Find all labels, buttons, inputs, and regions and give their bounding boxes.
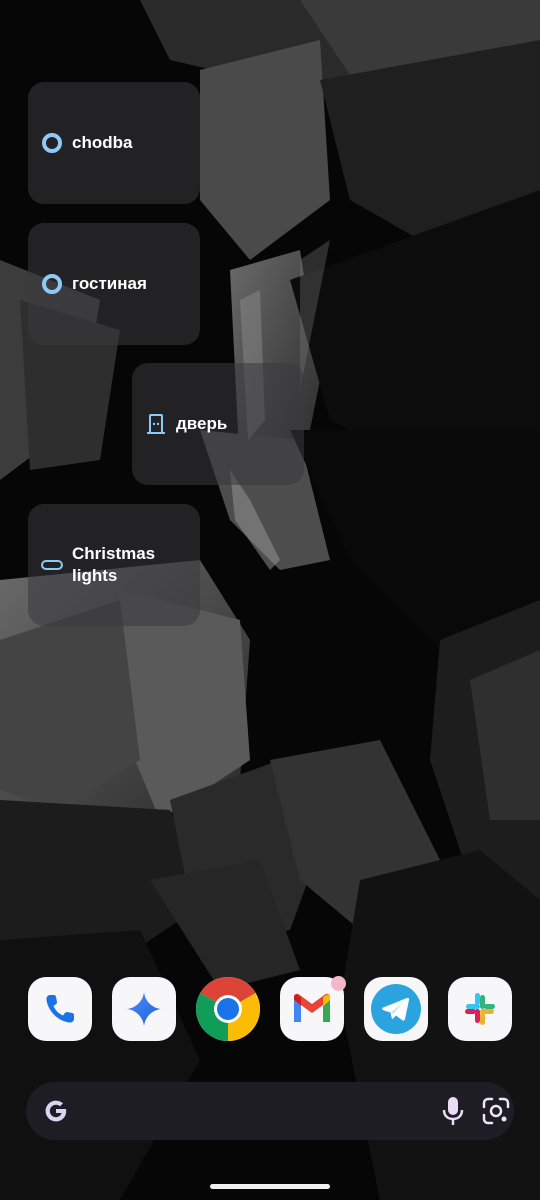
ring-icon bbox=[40, 272, 64, 296]
widget-christmas-lights[interactable]: Christmas lights bbox=[28, 504, 200, 626]
phone-icon bbox=[46, 995, 74, 1023]
chrome-app[interactable] bbox=[196, 977, 260, 1041]
app-dock bbox=[0, 976, 540, 1041]
light-strip-icon bbox=[40, 553, 64, 577]
widget-chodba[interactable]: chodba bbox=[28, 82, 200, 204]
widget-label: Christmas lights bbox=[72, 544, 156, 585]
widget-label: chodba bbox=[72, 133, 133, 152]
gesture-nav-handle[interactable] bbox=[210, 1184, 330, 1189]
widget-dver[interactable]: дверь bbox=[132, 363, 304, 485]
widget-label: дверь bbox=[176, 414, 228, 433]
door-icon bbox=[144, 412, 168, 436]
home-screen: chodba гостиная дверь Christmas lights bbox=[0, 0, 540, 1200]
widget-gostinaya[interactable]: гостиная bbox=[28, 223, 200, 345]
search-input[interactable] bbox=[86, 1092, 420, 1132]
telegram-app[interactable] bbox=[364, 977, 428, 1041]
chrome-icon bbox=[196, 977, 260, 1041]
slack-app[interactable] bbox=[448, 977, 512, 1041]
slack-icon bbox=[465, 993, 495, 1025]
gmail-app[interactable] bbox=[280, 976, 346, 1041]
ring-icon bbox=[40, 131, 64, 155]
gemini-app[interactable] bbox=[112, 977, 176, 1041]
google-lens-icon[interactable] bbox=[480, 1095, 512, 1127]
gemini-icon bbox=[127, 992, 161, 1026]
microphone-icon[interactable] bbox=[440, 1095, 466, 1127]
notification-dot bbox=[331, 976, 346, 991]
google-search-bar[interactable] bbox=[26, 1082, 514, 1140]
phone-app[interactable] bbox=[28, 977, 92, 1041]
widget-label: гостиная bbox=[72, 274, 147, 293]
gmail-icon bbox=[294, 993, 330, 1022]
google-g-icon[interactable] bbox=[42, 1097, 70, 1125]
telegram-icon bbox=[371, 984, 421, 1034]
